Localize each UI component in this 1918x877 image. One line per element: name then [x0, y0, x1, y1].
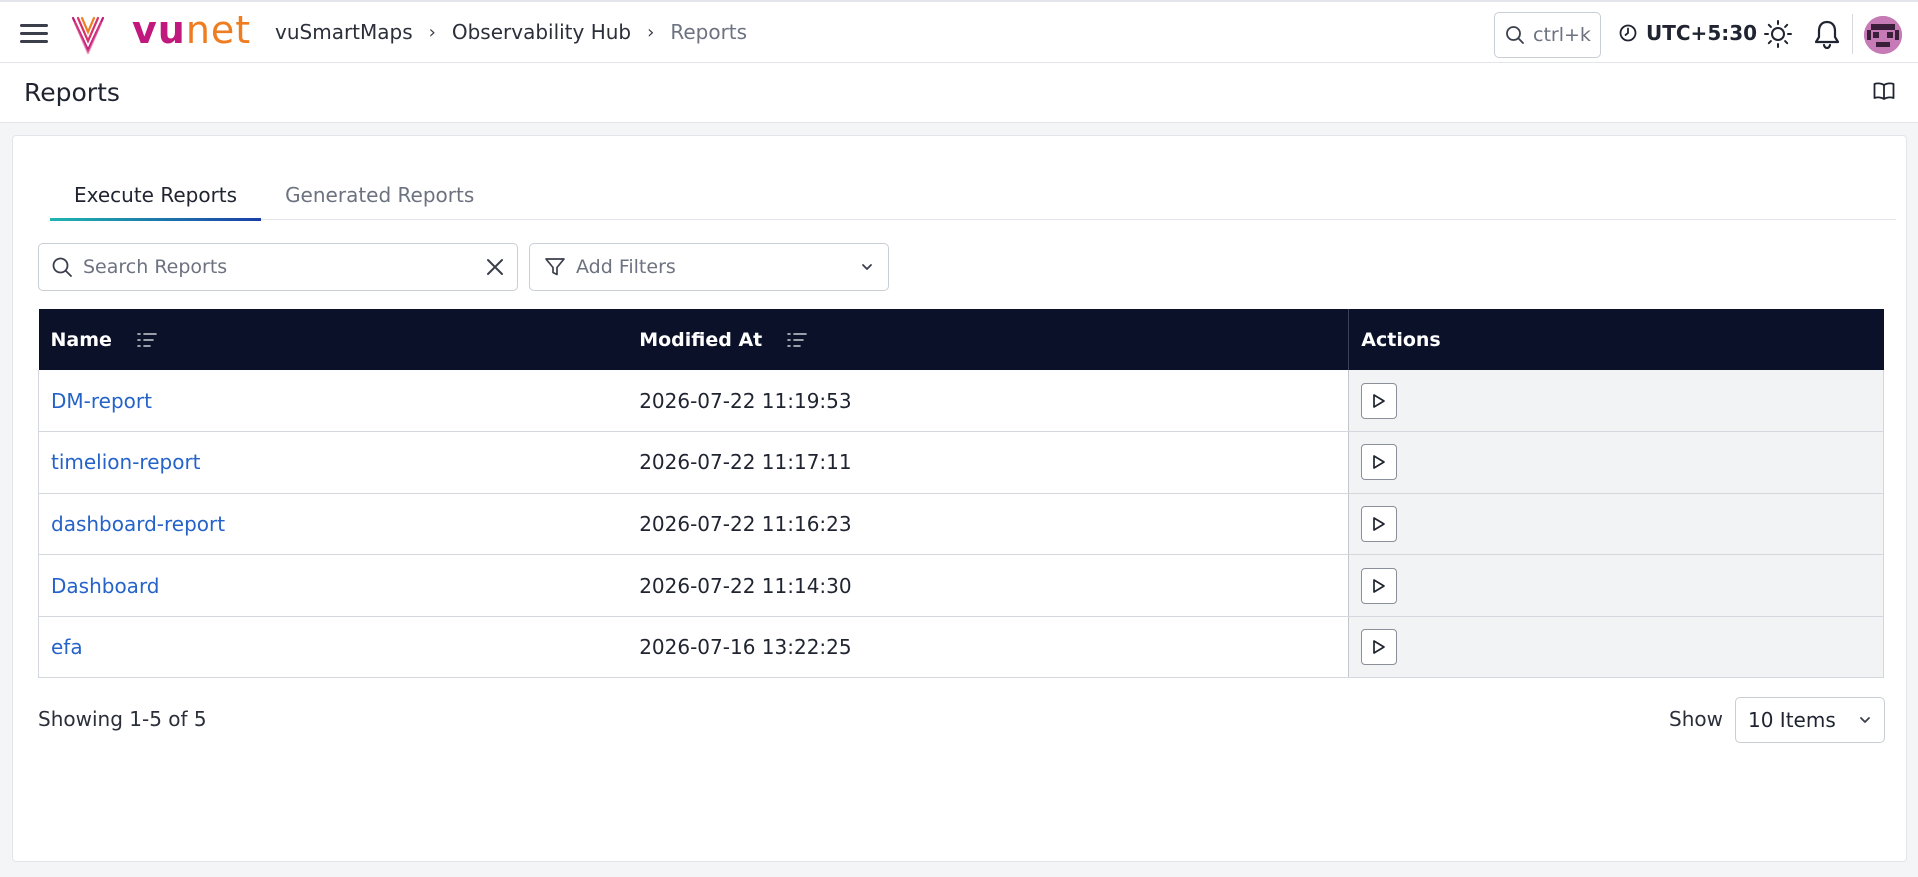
table-row: timelion-report 2026-07-22 11:17:11	[38, 431, 1884, 494]
run-report-button[interactable]	[1361, 567, 1398, 604]
page-size-value: 10 Items	[1748, 708, 1836, 732]
chevron-right-icon: ›	[647, 21, 655, 43]
sort-icon[interactable]	[136, 332, 157, 348]
report-link[interactable]: DM-report	[51, 389, 152, 413]
breadcrumb: vuSmartMaps › Observability Hub › Report…	[275, 20, 747, 44]
reports-table: Name Modified At Actions DM-report 2026-…	[38, 309, 1884, 679]
search-shortcut-hint: ctrl+k	[1533, 24, 1591, 46]
actions-cell	[1348, 554, 1884, 617]
chevron-down-icon	[1860, 717, 1870, 723]
timezone-label: UTC+5:30	[1646, 21, 1758, 45]
play-icon	[1373, 393, 1386, 408]
chevron-right-icon: ›	[428, 21, 436, 43]
add-filters-dropdown[interactable]: Add Filters	[529, 243, 889, 291]
modified-at-cell: 2026-07-22 11:17:11	[627, 431, 1349, 494]
report-link[interactable]: dashboard-report	[51, 512, 225, 536]
notification-bell-icon[interactable]	[1813, 18, 1841, 50]
report-name-cell: DM-report	[38, 370, 628, 433]
page-size-label: Show	[1669, 707, 1723, 731]
timezone-selector[interactable]: UTC+5:30	[1618, 21, 1757, 45]
table-row: Dashboard 2026-07-22 11:14:30	[38, 554, 1884, 617]
report-name-cell: timelion-report	[38, 431, 628, 494]
play-icon	[1373, 455, 1386, 470]
docs-book-icon[interactable]	[1873, 81, 1895, 101]
modified-at-cell: 2026-07-22 11:16:23	[627, 493, 1349, 556]
actions-cell	[1348, 616, 1884, 679]
global-search-button[interactable]: ctrl+k	[1494, 12, 1601, 58]
run-report-button[interactable]	[1361, 505, 1398, 542]
pagination-summary: Showing 1-5 of 5	[38, 707, 207, 731]
breadcrumb-reports: Reports	[670, 20, 748, 44]
column-header-modified-at: Modified At	[627, 309, 1349, 370]
reports-card: Execute Reports Generated Reports Add Fi…	[12, 135, 1907, 862]
actions-cell	[1348, 431, 1884, 494]
page-header: Reports	[0, 63, 1918, 123]
play-icon	[1373, 517, 1386, 531]
report-name-cell: dashboard-report	[38, 493, 628, 556]
topbar-divider	[1852, 14, 1853, 54]
vunet-logo-icon	[71, 16, 105, 54]
clock-icon	[1619, 24, 1637, 42]
page-title: Reports	[24, 78, 120, 107]
tab-execute-reports[interactable]: Execute Reports	[50, 170, 262, 221]
report-link[interactable]: efa	[51, 635, 83, 659]
modified-at-cell: 2026-07-16 13:22:25	[627, 616, 1349, 679]
modified-at-cell: 2026-07-22 11:19:53	[627, 370, 1349, 433]
column-header-modified-at-label: Modified At	[639, 328, 763, 351]
top-bar: vunet vuSmartMaps › Observability Hub › …	[0, 0, 1918, 63]
clear-search-icon[interactable]	[485, 257, 505, 277]
table-row: efa 2026-07-16 13:22:25	[38, 616, 1884, 679]
tab-generated-reports[interactable]: Generated Reports	[261, 170, 498, 220]
add-filters-label: Add Filters	[576, 256, 676, 278]
chevron-down-icon	[862, 264, 872, 270]
breadcrumb-observability-hub[interactable]: Observability Hub	[452, 20, 631, 44]
sort-icon[interactable]	[787, 332, 807, 348]
run-report-button[interactable]	[1361, 444, 1398, 481]
play-icon	[1373, 640, 1386, 655]
table-row: dashboard-report 2026-07-22 11:16:23	[38, 493, 1884, 556]
play-icon	[1373, 578, 1386, 593]
column-header-name: Name	[38, 309, 628, 370]
table-header-row: Name Modified At Actions	[38, 309, 1884, 370]
column-header-actions: Actions	[1348, 309, 1884, 370]
search-reports-field	[38, 243, 518, 291]
user-avatar[interactable]	[1864, 16, 1902, 54]
search-reports-input[interactable]	[83, 256, 485, 278]
search-icon	[52, 257, 72, 277]
breadcrumb-vusmartmaps[interactable]: vuSmartMaps	[275, 20, 413, 44]
report-link[interactable]: timelion-report	[51, 450, 201, 474]
page-size-select[interactable]: 10 Items	[1735, 697, 1885, 743]
report-name-cell: Dashboard	[38, 554, 628, 617]
search-icon	[1506, 26, 1524, 44]
table-row: DM-report 2026-07-22 11:19:53	[38, 370, 1884, 433]
avatar-icon	[1864, 16, 1902, 54]
report-link[interactable]: Dashboard	[51, 574, 160, 598]
run-report-button[interactable]	[1361, 382, 1398, 419]
theme-toggle-sun-icon[interactable]	[1763, 19, 1793, 49]
filter-icon	[545, 258, 565, 276]
reports-tabs: Execute Reports Generated Reports	[50, 170, 1896, 221]
menu-icon[interactable]	[20, 24, 48, 44]
run-report-button[interactable]	[1361, 629, 1398, 666]
modified-at-cell: 2026-07-22 11:14:30	[627, 554, 1349, 617]
vunet-logo[interactable]: vunet	[132, 8, 251, 52]
actions-cell	[1348, 370, 1884, 433]
report-name-cell: efa	[38, 616, 628, 679]
actions-cell	[1348, 493, 1884, 556]
column-header-name-label: Name	[50, 328, 112, 351]
